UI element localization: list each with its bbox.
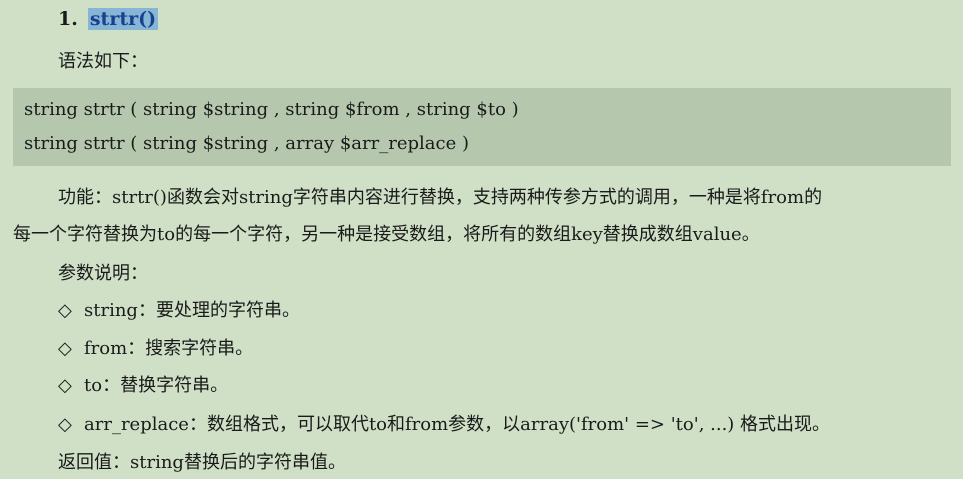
return-value: 返回值：string替换后的字符串值。 — [58, 452, 346, 473]
param-item-from: ◇ from：搜索字符串。 — [58, 334, 253, 360]
params-label: 参数说明： — [58, 263, 148, 284]
section-heading: 1. strtr() — [58, 8, 159, 30]
code-block: string strtr ( string $string , string $… — [13, 88, 951, 166]
diamond-bullet-icon: ◇ — [58, 338, 72, 359]
code-line-1: string strtr ( string $string , string $… — [24, 99, 519, 120]
description-line-2: 每一个字符替换为to的每一个字符，另一种是接受数组，将所有的数组key替换成数组… — [13, 224, 760, 245]
diamond-bullet-icon: ◇ — [58, 300, 72, 321]
param-text: from：搜索字符串。 — [84, 338, 254, 359]
section-number: 1. — [58, 8, 78, 30]
description-line-1: 功能：strtr()函数会对string字符串内容进行替换，支持两种传参方式的调… — [58, 187, 823, 208]
param-item-arr-replace: ◇ arr_replace：数组格式，可以取代to和from参数，以array('… — [58, 410, 830, 436]
param-item-string: ◇ string：要处理的字符串。 — [58, 296, 300, 322]
syntax-label: 语法如下： — [58, 51, 148, 72]
diamond-bullet-icon: ◇ — [58, 414, 72, 435]
diamond-bullet-icon: ◇ — [58, 375, 72, 396]
param-text: arr_replace：数组格式，可以取代to和from参数，以array('f… — [84, 414, 831, 435]
param-text: to：替换字符串。 — [84, 375, 229, 396]
param-item-to: ◇ to：替换字符串。 — [58, 371, 228, 397]
function-name-highlight[interactable]: strtr() — [87, 8, 159, 30]
param-text: string：要处理的字符串。 — [84, 300, 300, 321]
code-line-2: string strtr ( string $string , array $a… — [24, 133, 469, 154]
